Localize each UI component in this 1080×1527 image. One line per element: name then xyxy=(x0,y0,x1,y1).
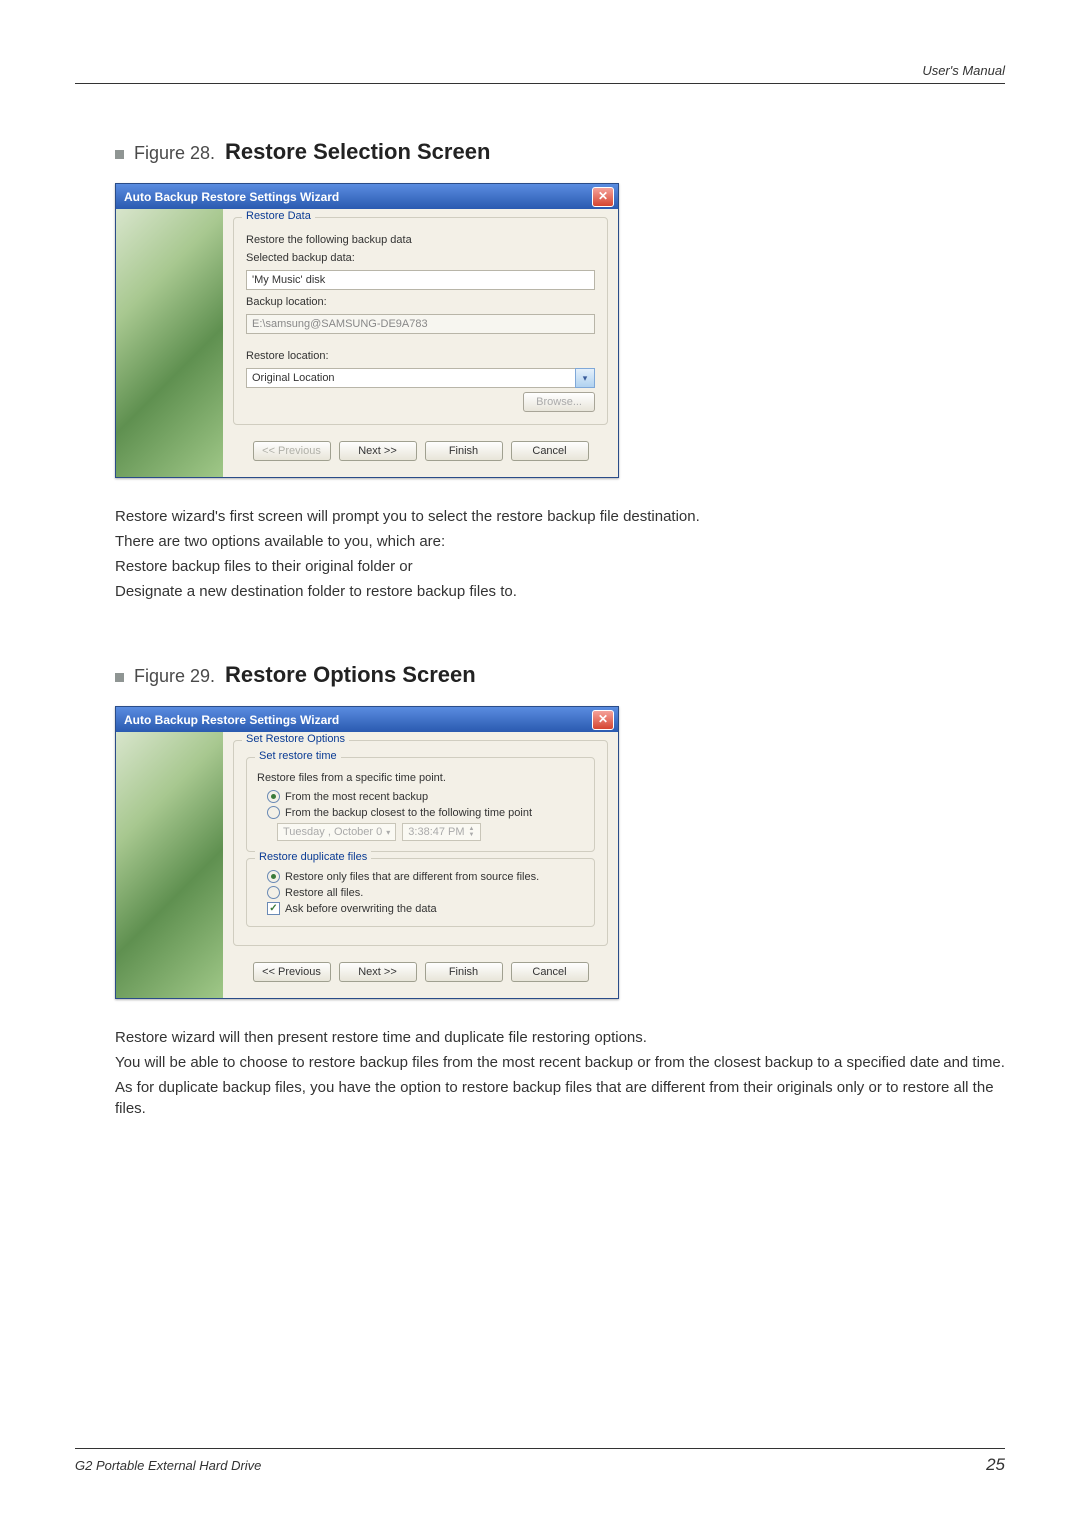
next-button[interactable]: Next >> xyxy=(339,962,417,982)
figure-29-label: Figure 29. xyxy=(134,666,215,687)
p1-l1: Restore wizard's first screen will promp… xyxy=(115,506,1005,527)
cancel-button[interactable]: Cancel xyxy=(511,962,589,982)
p2-l3: As for duplicate backup files, you have … xyxy=(115,1077,1005,1119)
wizard-sidebar-image xyxy=(116,732,223,998)
paragraph-2: Restore wizard will then present restore… xyxy=(115,1027,1005,1119)
wizard-sidebar-image xyxy=(116,209,223,477)
checkbox-label: Ask before overwriting the data xyxy=(285,903,437,915)
selected-backup-input[interactable]: 'My Music' disk xyxy=(246,270,595,290)
finish-button[interactable]: Finish xyxy=(425,441,503,461)
radio-label: Restore only files that are different fr… xyxy=(285,871,539,883)
wizard-footer-buttons: << Previous Next >> Finish Cancel xyxy=(233,431,608,471)
restore-time-desc: Restore files from a specific time point… xyxy=(257,772,584,784)
restore-data-legend: Restore Data xyxy=(242,210,315,222)
page-number: 25 xyxy=(986,1455,1005,1475)
radio-icon xyxy=(267,870,280,883)
radio-different-only[interactable]: Restore only files that are different fr… xyxy=(267,870,584,883)
figure-28-heading: Figure 28. Restore Selection Screen xyxy=(115,139,1005,165)
wizard-titlebar: Auto Backup Restore Settings Wizard ✕ xyxy=(116,184,618,209)
time-picker: 3:38:47 PM ▲▼ xyxy=(402,823,480,841)
p2-l2: You will be able to choose to restore ba… xyxy=(115,1052,1005,1073)
restore-location-value: Original Location xyxy=(246,368,575,388)
set-restore-time-legend: Set restore time xyxy=(255,750,341,762)
radio-label: From the most recent backup xyxy=(285,791,428,803)
next-button[interactable]: Next >> xyxy=(339,441,417,461)
chevron-down-icon: ▾ xyxy=(386,828,390,837)
date-value: Tuesday , October 0 xyxy=(283,826,382,838)
bullet-icon xyxy=(115,150,124,159)
restore-duplicate-legend: Restore duplicate files xyxy=(255,851,371,863)
page-footer: G2 Portable External Hard Drive 25 xyxy=(75,1440,1005,1475)
radio-most-recent[interactable]: From the most recent backup xyxy=(267,790,584,803)
figure-28-label: Figure 28. xyxy=(134,143,215,164)
set-restore-time-group: Set restore time Restore files from a sp… xyxy=(246,757,595,852)
radio-closest-time[interactable]: From the backup closest to the following… xyxy=(267,806,584,819)
check-ask-overwrite[interactable]: Ask before overwriting the data xyxy=(267,902,584,915)
restore-selection-wizard: Auto Backup Restore Settings Wizard ✕ Re… xyxy=(115,183,619,478)
checkbox-icon xyxy=(267,902,280,915)
restore-data-desc: Restore the following backup data xyxy=(246,234,595,246)
footer-product: G2 Portable External Hard Drive xyxy=(75,1458,261,1473)
restore-location-label: Restore location: xyxy=(246,350,595,362)
figure-28-title: Restore Selection Screen xyxy=(225,139,490,165)
backup-location-input: E:\samsung@SAMSUNG-DE9A783 xyxy=(246,314,595,334)
date-picker: Tuesday , October 0 ▾ xyxy=(277,823,396,841)
backup-location-label: Backup location: xyxy=(246,296,595,308)
radio-icon xyxy=(267,806,280,819)
set-restore-options-legend: Set Restore Options xyxy=(242,733,349,745)
figure-29-heading: Figure 29. Restore Options Screen xyxy=(115,662,1005,688)
p1-l3: Restore backup files to their original f… xyxy=(115,556,1005,577)
set-restore-options-fieldset: Set Restore Options Set restore time Res… xyxy=(233,740,608,946)
wizard-title: Auto Backup Restore Settings Wizard xyxy=(124,713,339,727)
close-icon[interactable]: ✕ xyxy=(592,710,614,730)
p1-l4: Designate a new destination folder to re… xyxy=(115,581,1005,602)
time-value: 3:38:47 PM xyxy=(408,826,464,838)
restore-data-fieldset: Restore Data Restore the following backu… xyxy=(233,217,608,425)
chevron-down-icon[interactable]: ▾ xyxy=(575,368,595,388)
figure-29-title: Restore Options Screen xyxy=(225,662,476,688)
previous-button[interactable]: << Previous xyxy=(253,962,331,982)
radio-all-files[interactable]: Restore all files. xyxy=(267,886,584,899)
restore-location-select[interactable]: Original Location ▾ xyxy=(246,368,595,388)
close-icon[interactable]: ✕ xyxy=(592,187,614,207)
wizard-titlebar: Auto Backup Restore Settings Wizard ✕ xyxy=(116,707,618,732)
radio-label: Restore all files. xyxy=(285,887,363,899)
selected-backup-label: Selected backup data: xyxy=(246,252,595,264)
radio-label: From the backup closest to the following… xyxy=(285,807,532,819)
wizard-footer-buttons: << Previous Next >> Finish Cancel xyxy=(233,952,608,992)
finish-button[interactable]: Finish xyxy=(425,962,503,982)
browse-button[interactable]: Browse... xyxy=(523,392,595,412)
p2-l1: Restore wizard will then present restore… xyxy=(115,1027,1005,1048)
spinner-icon: ▲▼ xyxy=(469,826,475,838)
paragraph-1: Restore wizard's first screen will promp… xyxy=(115,506,1005,602)
restore-options-wizard: Auto Backup Restore Settings Wizard ✕ Se… xyxy=(115,706,619,999)
restore-duplicate-group: Restore duplicate files Restore only fil… xyxy=(246,858,595,927)
wizard-title: Auto Backup Restore Settings Wizard xyxy=(124,190,339,204)
p1-l2: There are two options available to you, … xyxy=(115,531,1005,552)
footer-rule xyxy=(75,1448,1005,1449)
radio-icon xyxy=(267,886,280,899)
header-manual: User's Manual xyxy=(922,63,1005,78)
radio-icon xyxy=(267,790,280,803)
cancel-button[interactable]: Cancel xyxy=(511,441,589,461)
previous-button: << Previous xyxy=(253,441,331,461)
bullet-icon xyxy=(115,673,124,682)
